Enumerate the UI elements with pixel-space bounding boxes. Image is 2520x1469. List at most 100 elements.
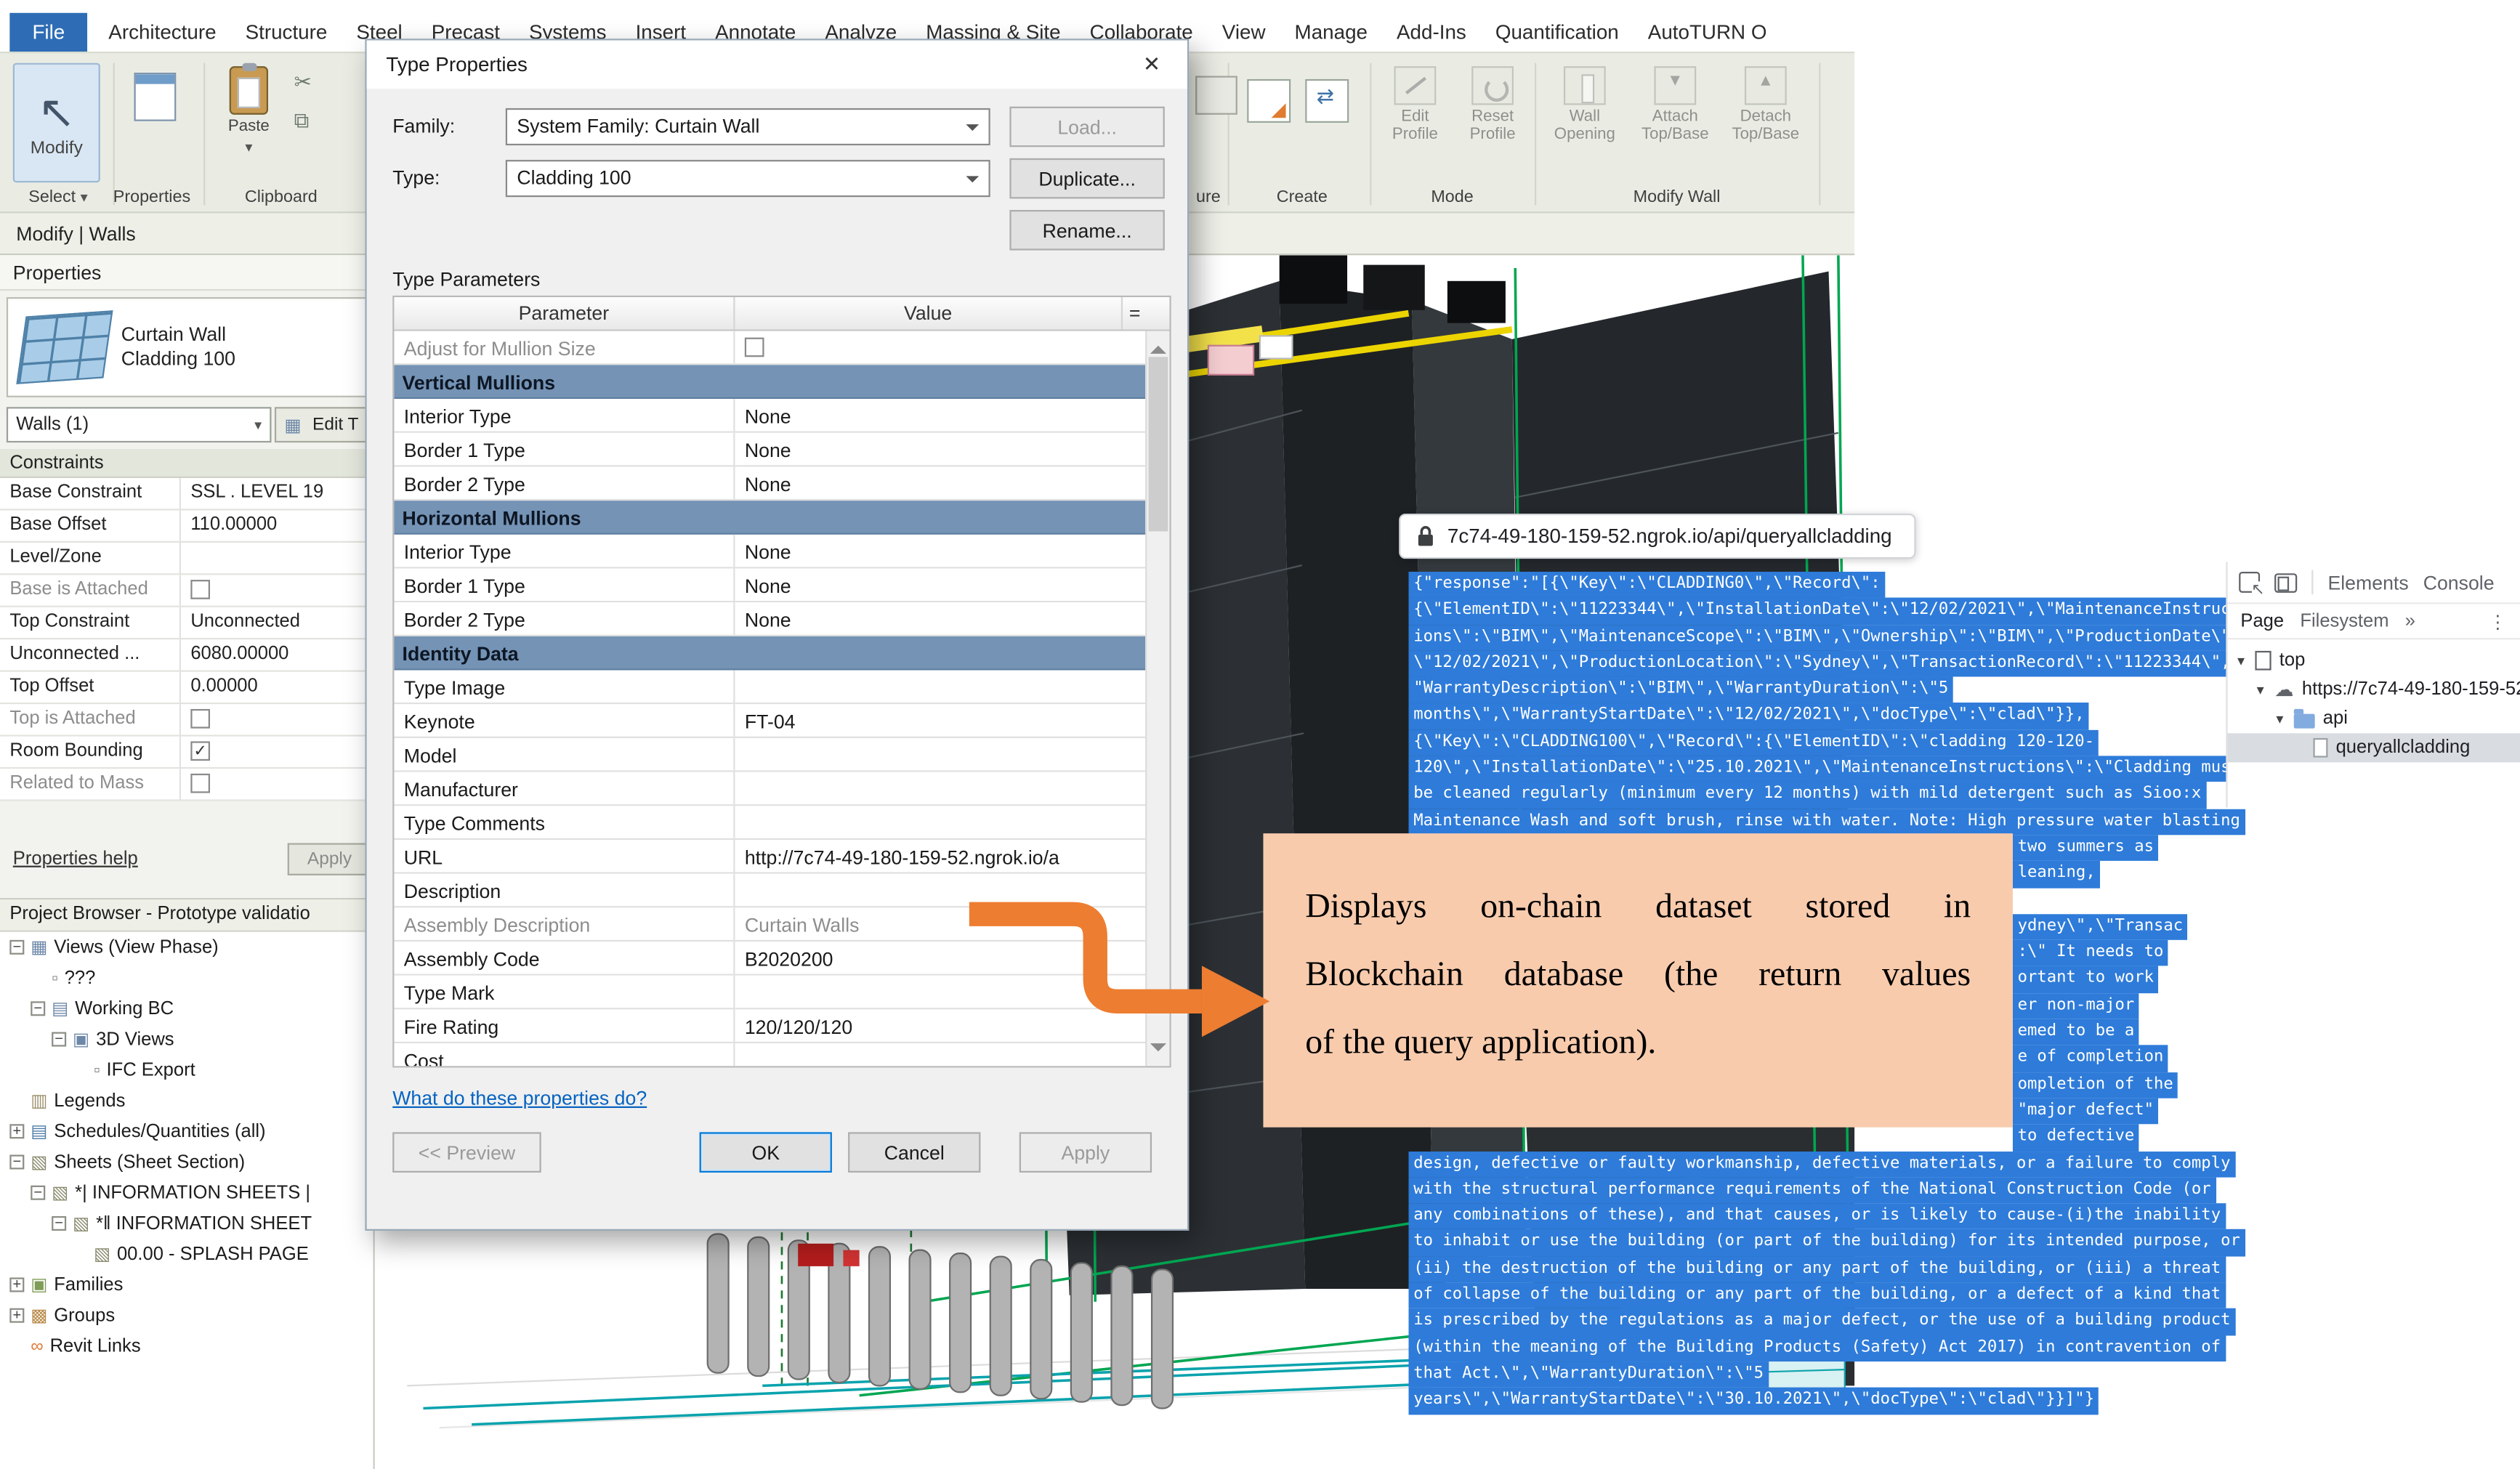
load-button[interactable]: Load... <box>1009 107 1164 147</box>
browser-item-revit-links[interactable]: ∞Revit Links <box>0 1331 373 1361</box>
ribbon-tab-add-ins[interactable]: Add-Ins <box>1382 13 1481 52</box>
tree-expander-icon[interactable]: − <box>9 1155 24 1170</box>
inspect-element-icon[interactable] <box>2239 572 2260 593</box>
checkbox[interactable] <box>190 774 210 793</box>
parameter-group-identity-data[interactable]: Identity Data <box>394 636 1147 671</box>
parameter-value[interactable] <box>735 772 1147 804</box>
kebab-menu-icon[interactable]: ⋮ <box>2489 610 2508 632</box>
browser-item-item[interactable]: ▫??? <box>0 963 373 993</box>
tab-console[interactable]: Console <box>2423 571 2495 594</box>
wall-opening-button[interactable]: Wall Opening <box>1544 66 1625 144</box>
browser-item-views-view-phase[interactable]: −▦Views (View Phase) <box>0 932 373 963</box>
property-value[interactable]: Unconnected <box>181 607 373 638</box>
constraints-section-header[interactable]: Constraints <box>0 449 373 478</box>
create-assembly-button[interactable] <box>1305 79 1349 123</box>
attach-top-base-button[interactable]: Attach Top/Base <box>1635 66 1716 144</box>
checkbox[interactable] <box>190 709 210 729</box>
close-icon[interactable]: ✕ <box>1116 41 1187 89</box>
parameter-column-header[interactable]: Parameter <box>394 297 735 329</box>
parameter-value[interactable]: None <box>735 466 1147 498</box>
browser-item-3d-views[interactable]: −▣3D Views <box>0 1024 373 1054</box>
properties-button[interactable] <box>123 73 187 121</box>
more-tabs-chevron-icon[interactable]: » <box>2405 611 2415 631</box>
parameter-value[interactable]: FT-04 <box>735 704 1147 736</box>
tab-elements[interactable]: Elements <box>2327 571 2408 594</box>
preview-button[interactable]: << Preview <box>392 1132 541 1173</box>
property-value[interactable] <box>181 704 373 734</box>
parameter-value[interactable] <box>735 738 1147 770</box>
properties-doc-link[interactable]: What do these properties do? <box>392 1087 647 1109</box>
modify-wall-panel-label[interactable]: Modify Wall <box>1541 187 1812 207</box>
properties-help-link[interactable]: Properties help <box>13 849 138 869</box>
browser-item-information-sheet[interactable]: −▧*‖ INFORMATION SHEET <box>0 1208 373 1239</box>
browser-item-schedules-quantities-all[interactable]: +▤Schedules/Quantities (all) <box>0 1116 373 1146</box>
parameter-value[interactable] <box>735 331 1147 363</box>
tree-expander-icon[interactable]: − <box>52 1032 66 1047</box>
tree-caret-icon[interactable]: ▾ <box>2257 681 2274 698</box>
tree-caret-icon[interactable]: ▾ <box>2276 710 2293 727</box>
parameter-value[interactable]: http://7c74-49-180-159-52.ngrok.io/a <box>735 840 1147 872</box>
element-filter-dropdown[interactable]: Walls (1) ▾ <box>7 407 272 442</box>
select-panel-label[interactable]: Select ▾ <box>13 187 103 207</box>
scroll-up-icon[interactable] <box>1150 338 1166 354</box>
scrollbar-thumb[interactable] <box>1149 357 1168 531</box>
parameter-value[interactable]: None <box>735 602 1147 634</box>
browser-item-sheets-sheet-section[interactable]: −▧Sheets (Sheet Section) <box>0 1146 373 1177</box>
edit-profile-button[interactable]: Edit Profile <box>1380 66 1451 144</box>
detach-top-base-button[interactable]: Detach Top/Base <box>1725 66 1806 144</box>
tree-expander-icon[interactable]: + <box>9 1308 24 1323</box>
tree-expander-icon[interactable]: + <box>9 1124 24 1138</box>
devtools-tree-item-top[interactable]: ▾top <box>2228 646 2520 675</box>
device-toolbar-icon[interactable] <box>2274 572 2297 592</box>
parameter-group-vertical-mullions[interactable]: Vertical Mullions <box>394 365 1147 399</box>
browser-item-00-00-splash-page[interactable]: ▧00.00 - SPLASH PAGE <box>0 1239 373 1269</box>
tab-page[interactable]: Page <box>2240 611 2284 631</box>
property-value[interactable]: SSL . LEVEL 19 <box>181 478 373 509</box>
property-value[interactable]: 0.00000 <box>181 672 373 703</box>
browser-item-ifc-export[interactable]: ▫IFC Export <box>0 1055 373 1085</box>
property-value[interactable]: 6080.00000 <box>181 639 373 670</box>
copy-button[interactable]: ⧉ <box>294 111 310 129</box>
ribbon-tab-structure[interactable]: Structure <box>231 13 342 52</box>
duplicate-button[interactable]: Duplicate... <box>1009 158 1164 199</box>
browser-item-working-bc[interactable]: −▤Working BC <box>0 993 373 1024</box>
paste-button[interactable]: Paste ▾ <box>217 66 281 156</box>
property-value[interactable]: 110.00000 <box>181 510 373 541</box>
clipboard-panel-label[interactable]: Clipboard <box>207 187 356 207</box>
browser-item-groups[interactable]: +▩Groups <box>0 1300 373 1331</box>
tree-expander-icon[interactable]: − <box>52 1216 66 1231</box>
property-value[interactable] <box>181 575 373 605</box>
property-value[interactable] <box>181 543 373 573</box>
ok-button[interactable]: OK <box>700 1132 832 1173</box>
ribbon-tab-architecture[interactable]: Architecture <box>94 13 230 52</box>
apply-button[interactable]: Apply <box>1019 1132 1152 1173</box>
type-selector-box[interactable]: Curtain Wall Cladding 100 <box>7 297 368 397</box>
parameter-value[interactable]: None <box>735 433 1147 465</box>
ribbon-tab-view[interactable]: View <box>1208 13 1280 52</box>
parameter-value[interactable]: None <box>735 535 1147 567</box>
properties-apply-button[interactable]: Apply <box>288 843 372 875</box>
tree-expander-icon[interactable]: − <box>31 1186 45 1200</box>
browser-item-legends[interactable]: ▥Legends <box>0 1085 373 1116</box>
rename-button[interactable]: Rename... <box>1009 210 1164 251</box>
devtools-tree-item-https-7c74-49-180-159-52-ngrok-io[interactable]: ▾☁https://7c74-49-180-159-52.ngrok.io... <box>2228 675 2520 704</box>
tree-expander-icon[interactable]: − <box>31 1001 45 1016</box>
devtools-tree-item-api[interactable]: ▾api <box>2228 704 2520 733</box>
tree-expander-icon[interactable]: + <box>9 1277 24 1292</box>
tree-expander-icon[interactable]: − <box>9 940 24 955</box>
parameter-value[interactable] <box>735 806 1147 838</box>
parameter-value[interactable] <box>735 671 1147 703</box>
property-value[interactable] <box>181 737 373 767</box>
ribbon-tab-quantification[interactable]: Quantification <box>1481 13 1633 52</box>
browser-address-overlay[interactable]: 7c74-49-180-159-52.ngrok.io/api/queryall… <box>1399 514 1916 559</box>
cut-button[interactable]: ✂ <box>294 73 312 90</box>
devtools-tree-item-queryallcladding[interactable]: queryallcladding <box>2228 733 2520 762</box>
edit-type-button[interactable]: ▦ Edit T <box>275 407 368 442</box>
measure-button[interactable] <box>1195 76 1237 114</box>
checkbox[interactable] <box>190 741 210 761</box>
parameter-group-horizontal-mullions[interactable]: Horizontal Mullions <box>394 501 1147 535</box>
reset-profile-button[interactable]: Reset Profile <box>1457 66 1528 144</box>
tree-caret-icon[interactable]: ▾ <box>2237 652 2255 669</box>
browser-item-information-sheets[interactable]: −▧*| INFORMATION SHEETS | <box>0 1178 373 1208</box>
modify-button[interactable]: ↖ Modify <box>13 63 100 183</box>
